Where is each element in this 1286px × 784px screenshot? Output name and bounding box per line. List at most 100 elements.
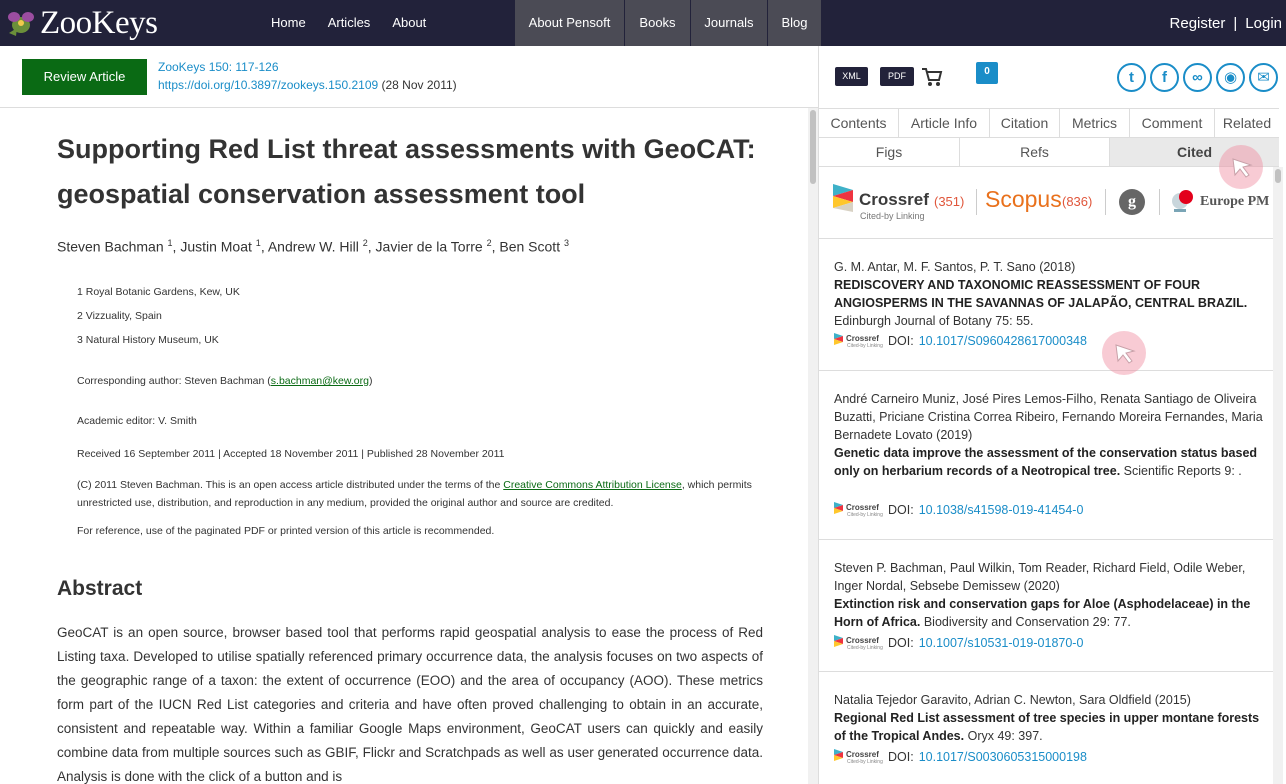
facebook-icon[interactable]: f xyxy=(1150,63,1179,92)
europe-pmc-icon[interactable] xyxy=(1171,187,1197,215)
citation-journal: Oryx 49: 397. xyxy=(967,729,1043,743)
tab-refs[interactable]: Refs xyxy=(960,138,1110,166)
pensoft-nav: About Pensoft Books Journals Blog xyxy=(515,0,822,46)
crossref-mini-sub: Cited-by Linking xyxy=(847,645,883,651)
citation-authors: André Carneiro Muniz, José Pires Lemos-F… xyxy=(834,392,1263,442)
nav-articles[interactable]: Articles xyxy=(317,0,382,46)
twitter-icon[interactable]: t xyxy=(1117,63,1146,92)
mendeley-icon[interactable]: ∞ xyxy=(1183,63,1212,92)
corresponding-label: Corresponding author: Steven Bachman ( xyxy=(77,375,271,387)
crossref-mini-logo: Crossref Cited-by Linking xyxy=(834,632,884,654)
tab-citation[interactable]: Citation xyxy=(990,109,1060,137)
citation-item: G. M. Antar, M. F. Santos, P. T. Sano (2… xyxy=(819,239,1273,371)
nav-home[interactable]: Home xyxy=(260,0,317,46)
abstract-text: GeoCAT is an open source, browser based … xyxy=(57,625,763,784)
citation-text: Steven P. Bachman, Paul Wilkin, Tom Read… xyxy=(834,559,1264,631)
panel-scrollbar[interactable] xyxy=(1273,167,1283,784)
affiliation: 1 Royal Botanic Gardens, Kew, UK xyxy=(77,286,240,298)
author-list: Steven Bachman 1, Justin Moat 1, Andrew … xyxy=(57,238,569,255)
tab-article-info[interactable]: Article Info xyxy=(899,109,990,137)
article-body: Supporting Red List threat assessments w… xyxy=(0,108,808,784)
citation-title: REDISCOVERY AND TAXONOMIC REASSESSMENT O… xyxy=(834,278,1248,310)
affiliation: 3 Natural History Museum, UK xyxy=(77,334,219,346)
citation-item: Steven P. Bachman, Paul Wilkin, Tom Read… xyxy=(819,540,1273,672)
affiliation: 2 Vizzuality, Spain xyxy=(77,310,162,322)
citation-doi-link[interactable]: 10.1017/S0030605315000198 xyxy=(919,750,1087,764)
citation-sources: Crossref Cited-by Linking (351) Scopus (… xyxy=(819,167,1273,239)
panel-scrollbar-thumb[interactable] xyxy=(1275,169,1281,183)
crossref-mini-sub: Cited-by Linking xyxy=(847,759,883,765)
reddit-icon[interactable]: ◉ xyxy=(1216,63,1245,92)
cursor-arrow-icon xyxy=(1115,344,1136,364)
author-affil-number: 1 xyxy=(255,238,261,248)
cursor-arrow-icon xyxy=(1232,158,1253,178)
zookeys-logo[interactable]: ZooKeys xyxy=(4,4,158,42)
panel-tabs: Contents Article Info Citation Metrics C… xyxy=(819,108,1279,138)
author-affil-number: 3 xyxy=(563,238,569,248)
crossref-subtitle: Cited-by Linking xyxy=(860,211,925,221)
scopus-count[interactable]: (836) xyxy=(1062,194,1092,209)
author[interactable]: Steven Bachman xyxy=(57,239,164,255)
tab-related[interactable]: Related xyxy=(1215,109,1279,137)
article-scrollbar-thumb[interactable] xyxy=(810,110,816,184)
crossref-mini-logo: Crossref Cited-by Linking xyxy=(834,746,884,768)
cart-icon[interactable] xyxy=(921,66,943,88)
top-navbar: ZooKeys Home Articles About About Pensof… xyxy=(0,0,1286,46)
xml-download-button[interactable]: XML xyxy=(835,67,868,86)
login-link[interactable]: Login xyxy=(1245,15,1282,32)
author-affil-number: 2 xyxy=(486,238,492,248)
doi-label: DOI: xyxy=(888,503,914,517)
nav-about[interactable]: About xyxy=(381,0,437,46)
zookeys-logo-icon xyxy=(8,12,34,36)
tab-figs[interactable]: Figs xyxy=(819,138,960,166)
citation-journal: Biodiversity and Conservation 29: 77. xyxy=(923,615,1131,629)
pdf-download-button[interactable]: PDF xyxy=(880,67,914,86)
citation-doi: Crossref Cited-by Linking DOI: 10.1007/s… xyxy=(834,632,1083,654)
citation-text: G. M. Antar, M. F. Santos, P. T. Sano (2… xyxy=(834,258,1264,330)
crossref-count[interactable]: (351) xyxy=(934,194,964,209)
europe-pmc-label[interactable]: Europe PM xyxy=(1200,194,1269,210)
citation-text: Natalia Tejedor Garavito, Adrian C. Newt… xyxy=(834,691,1264,745)
tab-metrics[interactable]: Metrics xyxy=(1060,109,1130,137)
academic-editor: Academic editor: V. Smith xyxy=(77,415,197,427)
journal-ref-link[interactable]: ZooKeys 150: 117-126 xyxy=(158,60,279,74)
doi-label: DOI: xyxy=(888,636,914,650)
review-article-button[interactable]: Review Article xyxy=(22,59,147,95)
author[interactable]: Ben Scott xyxy=(499,239,560,255)
author[interactable]: Justin Moat xyxy=(180,239,252,255)
citation-item: Natalia Tejedor Garavito, Adrian C. Newt… xyxy=(819,672,1273,784)
citation-doi-link[interactable]: 10.1017/S0960428617000348 xyxy=(919,334,1087,348)
nav-books[interactable]: Books xyxy=(625,0,691,46)
article-reference: ZooKeys 150: 117-126 https://doi.org/10.… xyxy=(158,58,457,94)
nav-about-pensoft[interactable]: About Pensoft xyxy=(515,0,625,46)
panel-subtabs: Figs Refs Cited xyxy=(819,138,1279,167)
email-icon[interactable]: ✉ xyxy=(1249,63,1278,92)
nav-journals[interactable]: Journals xyxy=(691,0,768,46)
crossref-mini-name: Crossref xyxy=(846,750,879,759)
article-scrollbar[interactable] xyxy=(808,108,818,784)
divider xyxy=(1159,189,1160,215)
author[interactable]: Andrew W. Hill xyxy=(268,239,359,255)
main-nav: Home Articles About xyxy=(260,0,437,46)
nav-blog[interactable]: Blog xyxy=(768,0,822,46)
doi-link[interactable]: https://doi.org/10.3897/zookeys.150.2109 xyxy=(158,78,378,92)
citation-doi: Crossref Cited-by Linking DOI: 10.1038/s… xyxy=(834,499,1083,521)
citation-doi-link[interactable]: 10.1038/s41598-019-41454-0 xyxy=(919,503,1084,517)
google-scholar-icon[interactable]: g xyxy=(1119,189,1145,215)
comment-count-badge[interactable]: 0 xyxy=(976,62,998,84)
citation-text: André Carneiro Muniz, José Pires Lemos-F… xyxy=(834,390,1264,480)
citation-doi: Crossref Cited-by Linking DOI: 10.1017/S… xyxy=(834,330,1087,352)
side-panel: XML PDF 0 t f ∞ ◉ ✉ Contents Article Inf… xyxy=(818,46,1286,784)
tab-contents[interactable]: Contents xyxy=(819,109,899,137)
register-link[interactable]: Register xyxy=(1170,15,1226,32)
author[interactable]: Javier de la Torre xyxy=(376,239,483,255)
article-toolbar: Review Article ZooKeys 150: 117-126 http… xyxy=(0,46,818,108)
scopus-logo[interactable]: Scopus xyxy=(985,186,1062,213)
corresponding-email-link[interactable]: s.bachman@kew.org xyxy=(271,375,369,387)
crossref-mini-name: Crossref xyxy=(846,636,879,645)
license-link[interactable]: Creative Commons Attribution License xyxy=(503,479,682,491)
citation-authors: Natalia Tejedor Garavito, Adrian C. Newt… xyxy=(834,693,1191,707)
citation-doi-link[interactable]: 10.1007/s10531-019-01870-0 xyxy=(919,636,1084,650)
crossref-name: Crossref xyxy=(859,190,929,209)
tab-comment[interactable]: Comment xyxy=(1130,109,1215,137)
